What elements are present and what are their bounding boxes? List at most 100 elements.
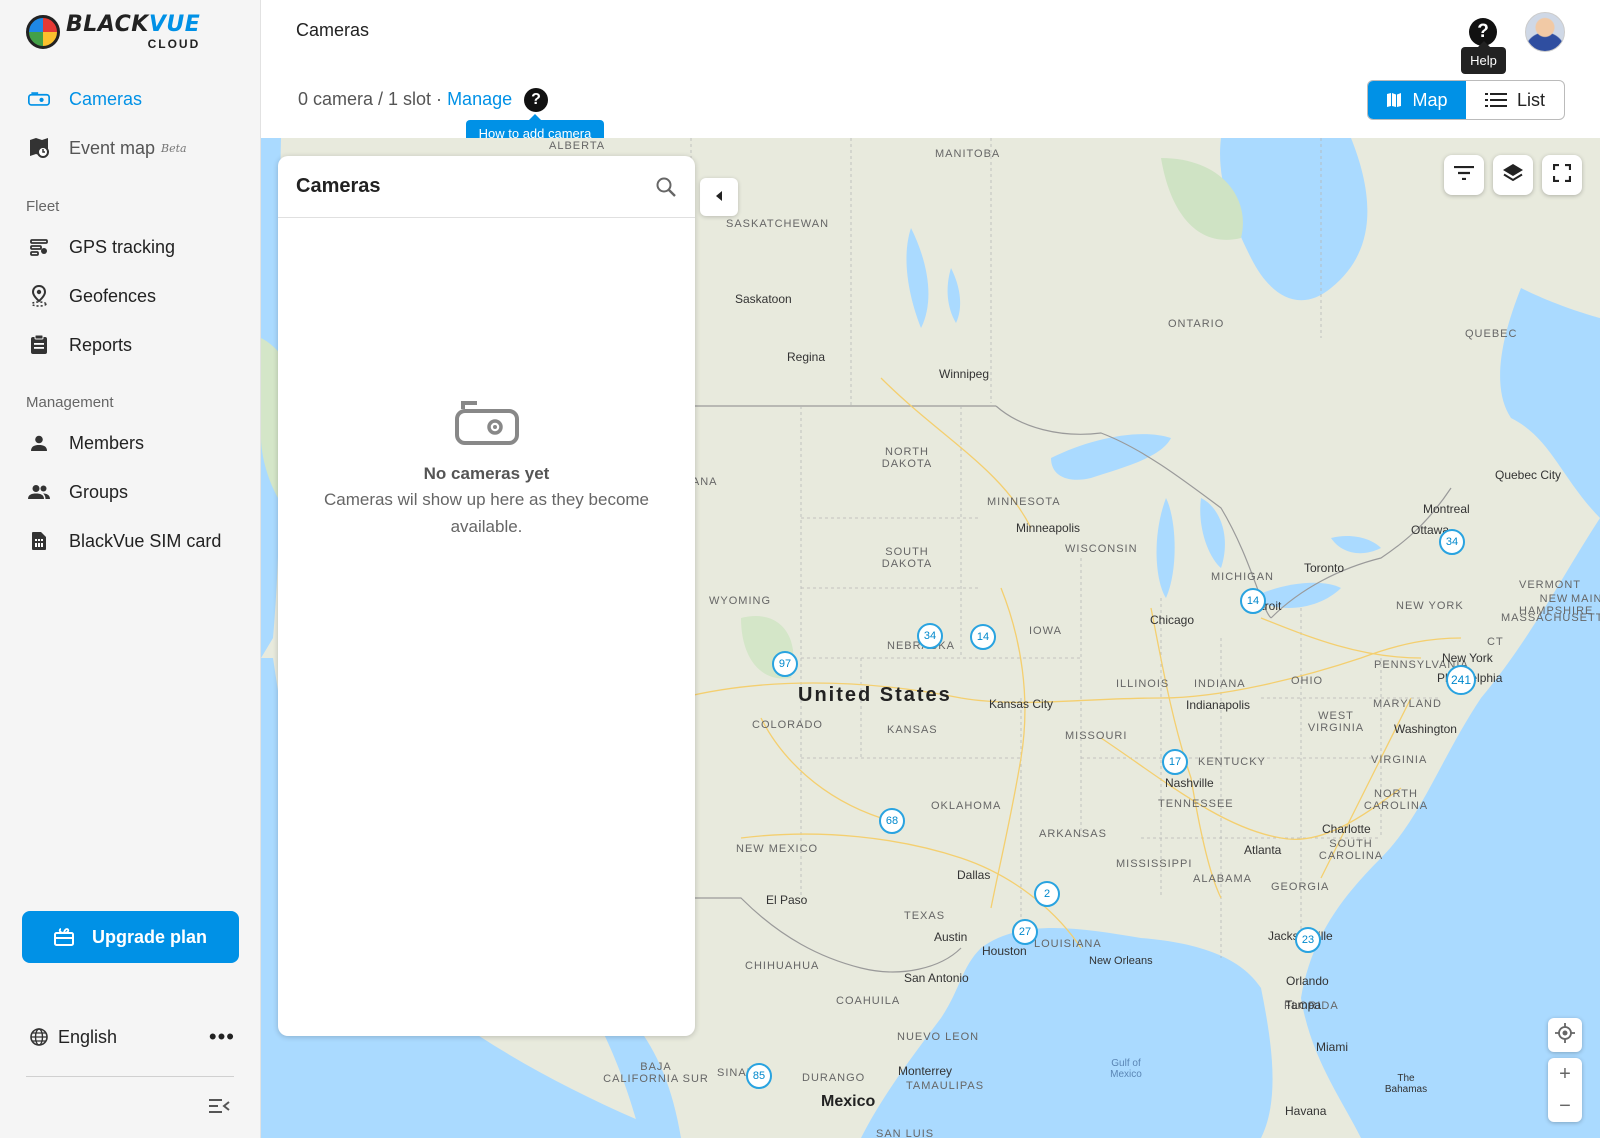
more-options-icon[interactable]: ••• bbox=[209, 1026, 235, 1048]
sidebar-item-sim-card[interactable]: BlackVue SIM card bbox=[0, 519, 260, 563]
map-city-label: New York bbox=[1442, 651, 1493, 665]
logo-name-vue: VUE bbox=[148, 12, 201, 37]
map-cluster-marker[interactable]: 23 bbox=[1295, 927, 1321, 953]
map-label: NORTH CAROLINA bbox=[1363, 788, 1429, 812]
list-icon bbox=[1484, 93, 1507, 107]
empty-description: Cameras wil show up here as they become … bbox=[323, 490, 650, 536]
language-selector[interactable]: English ••• bbox=[30, 1024, 235, 1050]
map-label: KENTUCKY bbox=[1198, 756, 1266, 768]
map-label: ILLINOIS bbox=[1116, 678, 1170, 690]
map-filter-button[interactable] bbox=[1444, 155, 1484, 195]
map-label: COAHUILA bbox=[836, 995, 901, 1007]
my-location-button[interactable] bbox=[1548, 1018, 1582, 1052]
logo-sub: CLOUD bbox=[147, 37, 201, 51]
map-label: COLORADO bbox=[752, 719, 823, 731]
map-label: TEXAS bbox=[904, 910, 946, 922]
zoom-controls: + − bbox=[1548, 1058, 1582, 1122]
map-cluster-marker[interactable]: 34 bbox=[917, 623, 943, 649]
map-cluster-marker[interactable]: 97 bbox=[772, 651, 798, 677]
map-cluster-marker[interactable]: 241 bbox=[1446, 665, 1476, 695]
sidebar-item-event-map[interactable]: Event map Beta bbox=[0, 126, 260, 170]
sidebar-item-members[interactable]: Members bbox=[0, 421, 260, 465]
map-city-label: Chicago bbox=[1150, 613, 1195, 627]
zoom-out-button[interactable]: − bbox=[1548, 1090, 1582, 1122]
map-city-label: Kansas City bbox=[989, 697, 1054, 711]
sidebar-item-cameras[interactable]: Cameras bbox=[0, 77, 260, 121]
slot-text: 0 camera / 1 slot · bbox=[298, 89, 448, 109]
map-city-label: The Bahamas bbox=[1384, 1073, 1428, 1095]
map-cluster-marker[interactable]: 14 bbox=[970, 624, 996, 650]
filter-icon bbox=[1454, 165, 1474, 185]
sidebar-item-label: Cameras bbox=[69, 88, 143, 109]
upgrade-plan-button[interactable]: Upgrade plan bbox=[22, 911, 239, 963]
map-label: SOUTH CAROLINA bbox=[1318, 838, 1384, 862]
avatar[interactable] bbox=[1525, 12, 1565, 52]
map-label: WEST VIRGINIA bbox=[1307, 710, 1365, 734]
manage-link[interactable]: Manage bbox=[447, 89, 512, 109]
sidebar-item-reports[interactable]: Reports bbox=[0, 323, 260, 367]
map-label: MISSISSIPPI bbox=[1116, 858, 1193, 870]
map-city-label: Monterrey bbox=[898, 1064, 953, 1078]
map-cluster-marker[interactable]: 2 bbox=[1034, 881, 1060, 907]
map-city-label: Orlando bbox=[1286, 974, 1329, 988]
map-icon bbox=[1386, 92, 1402, 108]
map-label: WYOMING bbox=[709, 595, 771, 607]
chevron-left-icon bbox=[715, 188, 723, 206]
map-label: DURANGO bbox=[802, 1072, 866, 1084]
map-cluster-marker[interactable]: 68 bbox=[879, 808, 905, 834]
map-cluster-marker[interactable]: 34 bbox=[1439, 529, 1465, 555]
camera-empty-icon bbox=[278, 401, 695, 450]
sidebar-item-geofences[interactable]: Geofences bbox=[0, 274, 260, 318]
map-city-label: Washington bbox=[1394, 722, 1457, 736]
map-label: QUEBEC bbox=[1465, 328, 1518, 340]
zoom-in-button[interactable]: + bbox=[1548, 1058, 1582, 1090]
sidebar-item-label: Reports bbox=[69, 334, 133, 355]
groups-icon bbox=[28, 481, 50, 503]
member-icon bbox=[28, 432, 50, 454]
map-label: SOUTH DAKOTA bbox=[881, 546, 933, 570]
search-icon[interactable] bbox=[655, 176, 677, 198]
map-label: MICHIGAN bbox=[1211, 571, 1274, 583]
map-view-button[interactable]: Map bbox=[1368, 81, 1466, 119]
cameras-panel: Cameras No cameras yet Cameras wil show … bbox=[278, 156, 695, 1036]
map-city-label: Saskatoon bbox=[735, 292, 792, 306]
layers-icon bbox=[1502, 162, 1524, 189]
sidebar: BLACKVUE CLOUD Cameras Event map Beta Fl… bbox=[0, 0, 261, 1138]
logo-name-black: BLACK bbox=[66, 12, 149, 37]
event-map-icon bbox=[28, 137, 50, 159]
collapse-sidebar-icon[interactable] bbox=[208, 1098, 230, 1119]
sidebar-item-gps-tracking[interactable]: GPS tracking bbox=[0, 225, 260, 269]
map-label: MANITOBA bbox=[935, 148, 1001, 160]
map-label: MASSACHUSETTS bbox=[1501, 612, 1600, 624]
sidebar-item-groups[interactable]: Groups bbox=[0, 470, 260, 514]
how-to-add-camera-icon[interactable]: ? bbox=[524, 88, 548, 112]
fullscreen-icon bbox=[1552, 163, 1572, 187]
map-label: ALABAMA bbox=[1193, 873, 1252, 885]
section-label-fleet: Fleet bbox=[26, 198, 60, 215]
slot-summary: 0 camera / 1 slot · Manage bbox=[298, 89, 512, 110]
sidebar-divider bbox=[26, 1076, 234, 1077]
map-cluster-marker[interactable]: 85 bbox=[746, 1063, 772, 1089]
map-city-label: Gulf of Mexico bbox=[1110, 1058, 1142, 1080]
map-cluster-marker[interactable]: 27 bbox=[1012, 919, 1038, 945]
map-label: NEW YORK bbox=[1396, 600, 1464, 612]
map-cluster-marker[interactable]: 17 bbox=[1162, 749, 1188, 775]
collapse-panel-button[interactable] bbox=[700, 178, 738, 216]
map-label: OHIO bbox=[1291, 675, 1324, 687]
map-label: NORTH DAKOTA bbox=[881, 446, 933, 470]
map-view-label: Map bbox=[1412, 89, 1448, 110]
map-city-label: Indianapolis bbox=[1186, 698, 1251, 712]
blackvue-logo[interactable]: BLACKVUE CLOUD bbox=[26, 14, 200, 50]
help-tooltip: Help bbox=[1461, 41, 1506, 74]
map-layers-button[interactable] bbox=[1493, 155, 1533, 195]
list-view-button[interactable]: List bbox=[1466, 81, 1564, 119]
map-fullscreen-button[interactable] bbox=[1542, 155, 1582, 195]
logo-mark-icon bbox=[26, 15, 60, 49]
map-label: GEORGIA bbox=[1271, 881, 1330, 893]
map-city-label: Montreal bbox=[1423, 502, 1470, 516]
map-label: MINNESOTA bbox=[987, 496, 1061, 508]
map-label: MISSOURI bbox=[1065, 730, 1128, 742]
map-cluster-marker[interactable]: 14 bbox=[1240, 588, 1266, 614]
map-label: BAJA CALIFORNIA SUR bbox=[603, 1061, 709, 1085]
map-label: OKLAHOMA bbox=[931, 800, 1002, 812]
